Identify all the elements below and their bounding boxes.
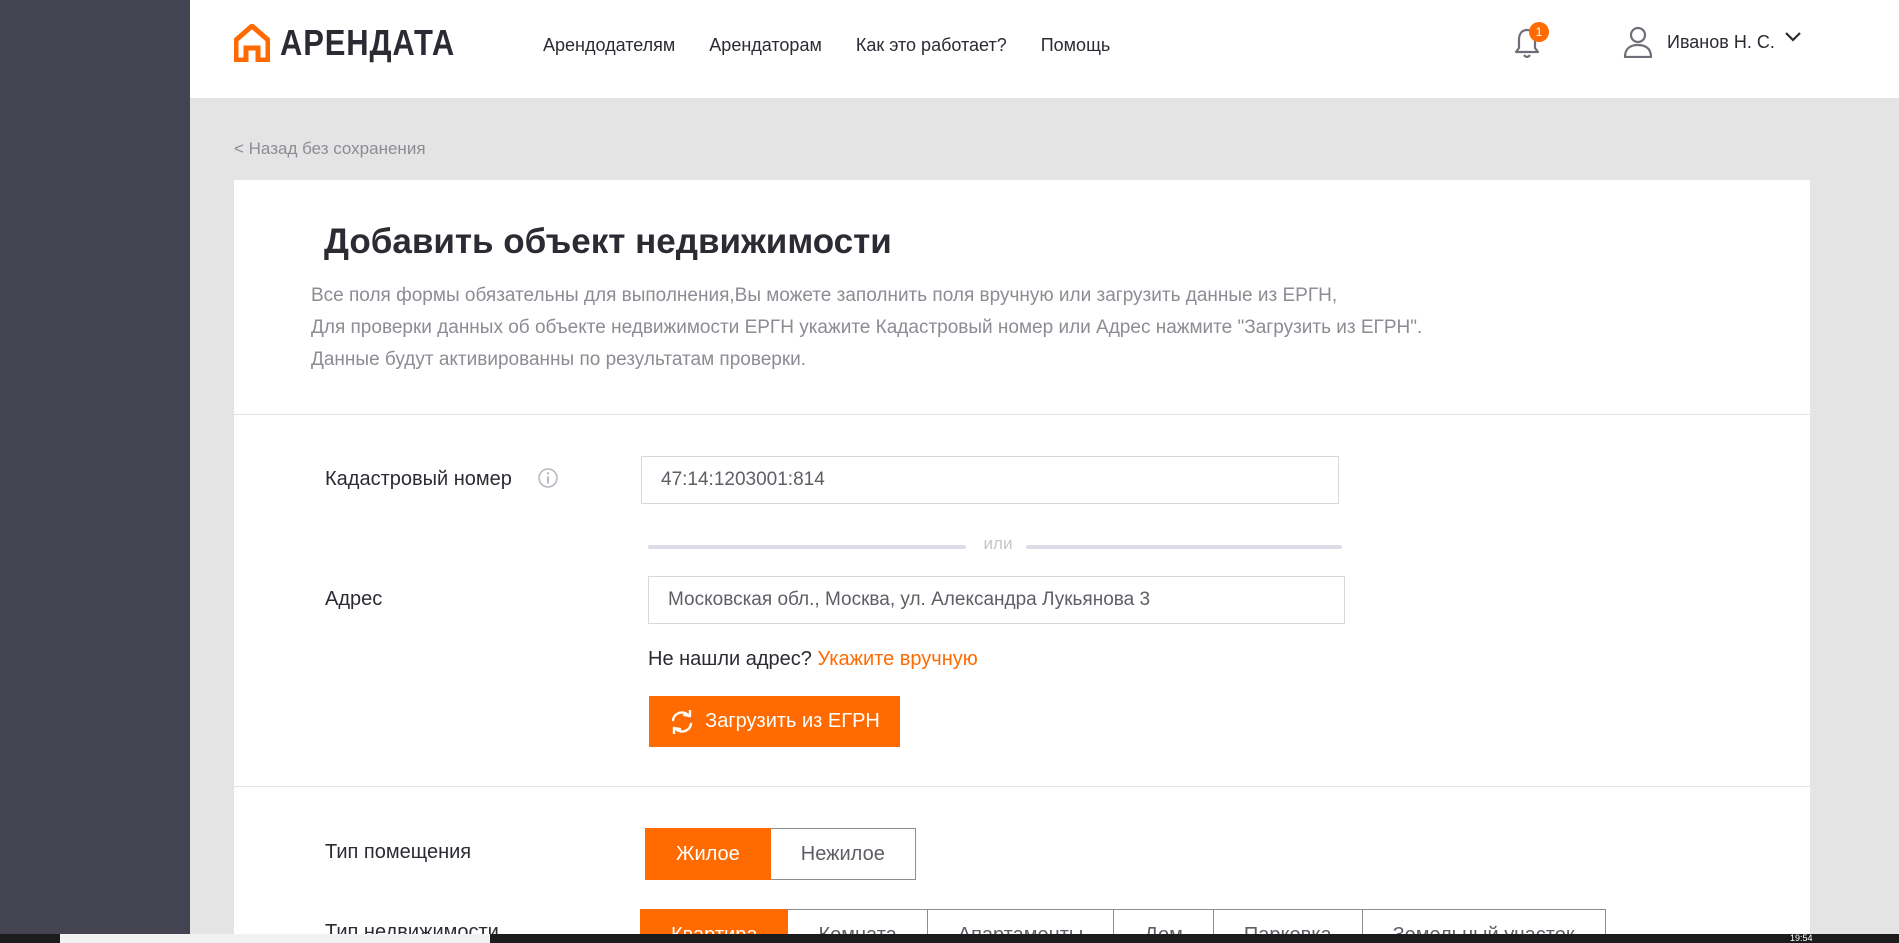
back-link[interactable]: < Назад без сохранения xyxy=(234,139,426,159)
user-name: Иванов Н. С. xyxy=(1667,31,1775,52)
separator-line xyxy=(1026,545,1342,549)
description-line: Все поля формы обязательны для выполнени… xyxy=(311,285,1338,306)
premises-type-label: Тип помещения xyxy=(325,841,472,863)
chevron-down-icon xyxy=(1785,32,1801,42)
description-line: Для проверки данных об объекте недвижимо… xyxy=(311,317,1423,338)
form-card: Добавить объект недвижимости Все поля фо… xyxy=(234,180,1810,943)
or-separator: или xyxy=(648,534,1342,556)
premises-type-toggle: Жилое Нежилое xyxy=(645,828,916,880)
cadastral-number-input[interactable] xyxy=(641,456,1339,504)
section-divider xyxy=(234,786,1810,787)
logo-text: АРЕНДАТА xyxy=(280,22,456,63)
load-from-egrn-label: Загрузить из ЕГРН xyxy=(705,710,880,732)
main-nav: Арендодателям Арендаторам Как это работа… xyxy=(543,35,1144,56)
site-header: АРЕНДАТА Арендодателям Арендаторам Как э… xyxy=(190,0,1899,98)
notifications-button[interactable]: 1 xyxy=(1513,22,1549,62)
enter-manually-link[interactable]: Укажите вручную xyxy=(817,648,977,670)
nav-item-how-it-works[interactable]: Как это работает? xyxy=(856,35,1007,56)
logo[interactable]: АРЕНДАТА xyxy=(234,22,484,64)
page-title: Добавить объект недвижимости xyxy=(324,222,892,261)
address-input[interactable] xyxy=(648,576,1345,624)
info-icon[interactable] xyxy=(537,467,559,489)
user-menu[interactable]: Иванов Н. С. xyxy=(1623,26,1801,58)
taskbar-search-box[interactable] xyxy=(60,934,490,943)
user-icon xyxy=(1623,26,1653,58)
house-logo-icon xyxy=(234,24,270,62)
address-label: Адрес xyxy=(325,588,383,610)
left-sidebar-strip xyxy=(0,0,190,943)
notification-badge: 1 xyxy=(1529,22,1549,42)
nav-item-help[interactable]: Помощь xyxy=(1041,35,1111,56)
not-found-text: Не нашли адрес? xyxy=(648,648,812,670)
cadastral-number-label: Кадастровый номер xyxy=(325,468,512,490)
address-not-found: Не нашли адрес? Укажите вручную xyxy=(648,648,978,671)
load-from-egrn-button[interactable]: Загрузить из ЕГРН xyxy=(649,696,900,747)
description-line: Данные будут активированны по результата… xyxy=(311,349,807,370)
refresh-icon xyxy=(671,709,693,734)
taskbar-clock: 19:54 xyxy=(1790,933,1813,943)
or-text: или xyxy=(983,534,1013,553)
premises-type-residential[interactable]: Жилое xyxy=(645,828,771,880)
premises-type-nonresidential[interactable]: Нежилое xyxy=(770,828,916,880)
section-divider xyxy=(234,414,1810,415)
separator-line xyxy=(648,545,966,549)
nav-item-tenants[interactable]: Арендаторам xyxy=(709,35,822,56)
form-description: Все поля формы обязательны для выполнени… xyxy=(311,280,1422,376)
nav-item-landlords[interactable]: Арендодателям xyxy=(543,35,675,56)
app-window: АРЕНДАТА Арендодателям Арендаторам Как э… xyxy=(190,0,1899,943)
